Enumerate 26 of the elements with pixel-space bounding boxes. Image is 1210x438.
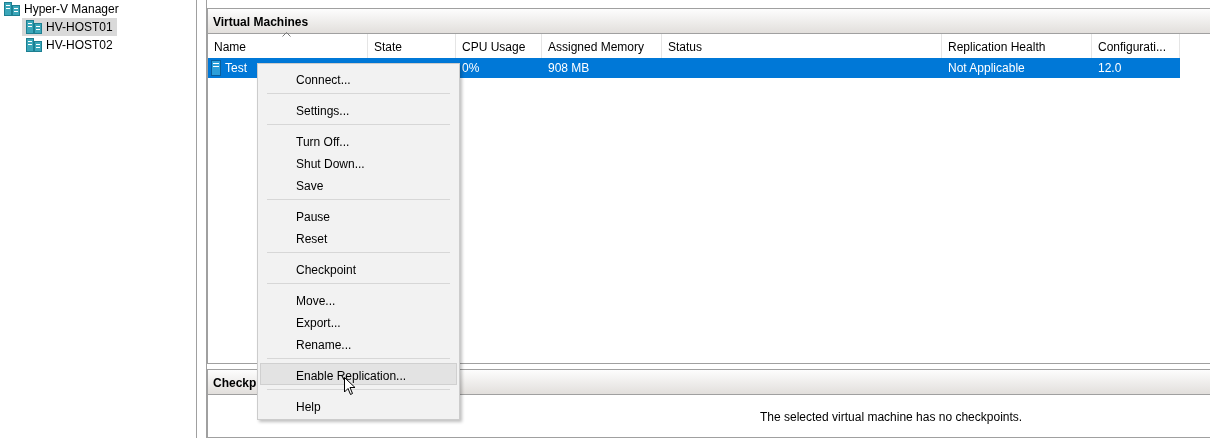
vm-icon [211,60,221,76]
menu-item[interactable]: Enable Replication... [260,363,457,385]
menu-item[interactable]: Reset [260,226,457,248]
panel-title: Virtual Machines [208,9,1210,34]
table-cell: 0% [462,61,480,75]
menu-item[interactable]: Save [260,173,457,195]
menu-item[interactable]: Move... [260,288,457,310]
table-cell: 12.0 [1098,61,1122,75]
tree-item[interactable]: HV-HOST02 [22,36,117,54]
table-cell: 908 MB [548,61,590,75]
menu-item[interactable]: Export... [260,310,457,332]
menu-item[interactable]: Shut Down... [260,151,457,173]
menu-item[interactable]: Checkpoint [260,257,457,279]
menu-item[interactable]: Turn Off... [260,129,457,151]
tree-item[interactable]: HV-HOST01 [22,18,117,36]
menu-item[interactable]: Help [260,394,457,416]
server-icon [26,19,42,35]
table-cell-text: Test [225,60,247,77]
menu-item[interactable]: Rename... [260,332,457,354]
tree-item[interactable]: Hyper-V Manager [0,0,123,18]
server-icon [26,37,42,53]
server-icon [4,1,20,17]
table-cell: Not Applicable [948,61,1025,75]
menu-item[interactable]: Settings... [260,98,457,120]
empty-message: The selected virtual machine has no checkpoints. [760,410,1023,424]
menu-item[interactable]: Pause [260,204,457,226]
